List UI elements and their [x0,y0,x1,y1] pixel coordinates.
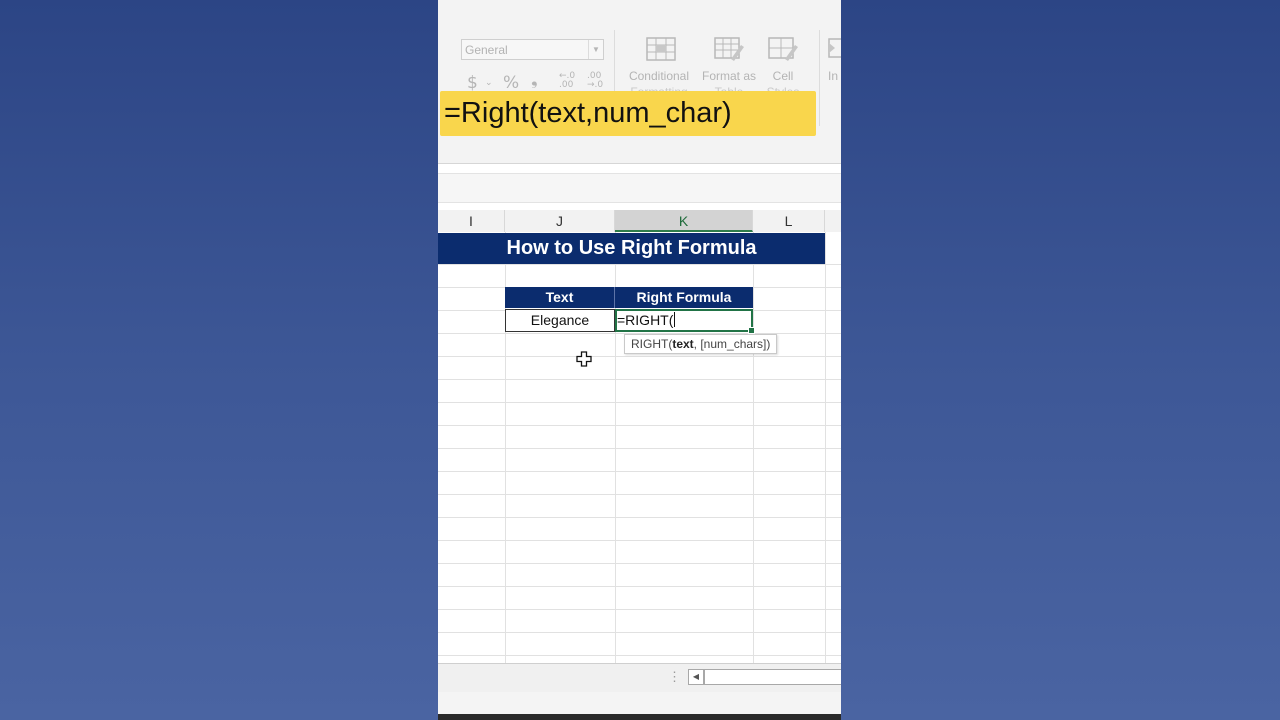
excel-mobile-view: General ▼ $ ⌄ % ❟ ←.0 .00 .00 →.0 Condit… [438,0,841,720]
grid-row-line [438,471,841,472]
conditional-formatting-icon[interactable] [646,37,676,66]
formula-syntax-banner: =Right(text,num_char) [440,91,816,136]
column-header-i[interactable]: I [438,210,505,232]
sheet-title[interactable]: How to Use Right Formula [438,233,825,264]
grid-row-line [438,402,841,403]
formula-input-text: =RIGHT( [617,312,674,328]
grid-row-line [438,494,841,495]
formula-bar[interactable] [438,173,841,203]
currency-button[interactable]: $ [467,73,478,93]
column-headers: I J K L [438,210,841,233]
ribbon: General ▼ $ ⌄ % ❟ ←.0 .00 .00 →.0 Condit… [438,0,841,164]
tooltip-active-argument[interactable]: text [672,337,693,351]
grid-row-line [438,379,841,380]
tooltip-function-name: RIGHT( [631,337,673,351]
device-edge [438,714,841,720]
grid-row-line [438,655,841,656]
number-format-dropdown[interactable]: General ▼ [461,39,604,60]
format-as-table-label[interactable]: Format as [696,69,762,84]
grid-row-line [438,356,841,357]
header-cell-text[interactable]: Text [505,287,615,308]
horizontal-scrollbar[interactable] [704,669,841,685]
grid-row-line [438,609,841,610]
grid-row-line [438,517,841,518]
format-as-table-icon[interactable] [714,37,746,68]
grid-row-line [438,563,841,564]
grid-row-line [438,425,841,426]
ribbon-separator [819,30,820,126]
grid-row-line [438,448,841,449]
column-header-l[interactable]: L [753,210,825,232]
active-cell-formula[interactable]: =RIGHT( [615,309,755,334]
grid-row-line [438,586,841,587]
cell-styles-icon[interactable] [768,37,800,68]
worksheet-grid[interactable]: How to Use Right Formula Text Right Form… [438,232,841,663]
cell-styles-label[interactable]: Cell [764,69,802,84]
function-tooltip[interactable]: RIGHT(text, [num_chars]) [624,334,778,354]
text-caret [674,312,676,327]
insert-label[interactable]: In [828,69,841,84]
fill-handle[interactable] [748,327,755,334]
tooltip-remaining-arguments: , [num_chars]) [693,337,771,351]
more-options-icon[interactable]: ⋮ [668,669,681,685]
increase-decimal-button[interactable]: .00 →.0 [587,72,603,90]
cell-select-cross-icon [576,351,592,372]
comma-style-button[interactable]: ❟ [531,70,538,90]
grid-row-line [438,540,841,541]
header-cell-right-formula[interactable]: Right Formula [615,287,753,308]
column-header-k[interactable]: K [615,210,753,232]
decrease-decimal-button[interactable]: ←.0 .00 [559,72,575,90]
sheet-tab-bar: ⋮ ◀ [438,663,841,693]
chevron-down-icon[interactable]: ⌄ [485,78,493,88]
insert-cells-icon[interactable] [827,37,841,66]
scroll-left-arrow-icon[interactable]: ◀ [688,669,704,685]
grid-row-line [438,264,841,265]
conditional-formatting-label[interactable]: Conditional [624,69,694,84]
grid-row-line [438,632,841,633]
cell-j-text-value[interactable]: Elegance [505,309,615,332]
chevron-down-icon: ▼ [588,40,603,59]
number-format-value: General [465,43,508,57]
percent-button[interactable]: % [503,73,519,93]
column-header-j[interactable]: J [505,210,615,232]
